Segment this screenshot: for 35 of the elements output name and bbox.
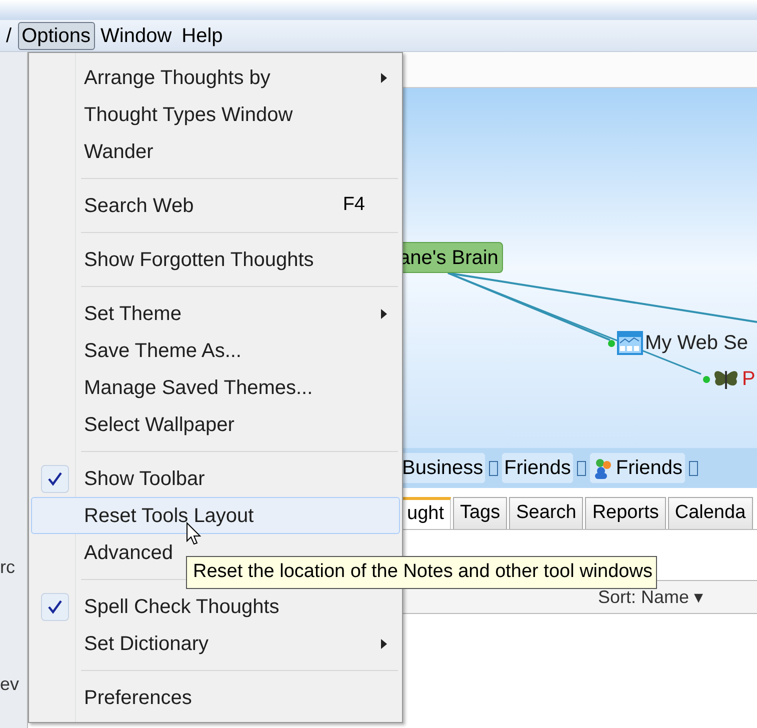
tab[interactable]: Tags bbox=[452, 497, 508, 529]
shortcut-label: F4 bbox=[342, 193, 365, 218]
panel-text: ev bbox=[0, 673, 20, 696]
menu-item[interactable]: Preferences bbox=[31, 679, 400, 716]
menu-item[interactable]: Spell Check Thoughts bbox=[31, 588, 400, 625]
menu-item[interactable]: Show Toolbar bbox=[31, 460, 400, 497]
menu-item[interactable]: Select Wallpaper bbox=[31, 406, 400, 443]
menu-item[interactable]: Manage Saved Themes... bbox=[31, 369, 400, 406]
thought-label[interactable]: My Web Se bbox=[645, 328, 748, 358]
tab[interactable]: Calenda bbox=[668, 497, 753, 529]
menu-item[interactable]: Set Dictionary bbox=[31, 625, 400, 662]
menu-item[interactable]: Reset Tools Layout bbox=[31, 497, 400, 534]
menu-item[interactable]: Save Theme As... bbox=[31, 332, 400, 369]
tag-chip[interactable]: Friends bbox=[502, 453, 573, 483]
chart-window-icon bbox=[617, 331, 643, 355]
menu-item[interactable]: Wander bbox=[31, 133, 400, 170]
tab[interactable]: Search bbox=[509, 497, 584, 529]
tag-chip[interactable]: Friends bbox=[590, 453, 685, 483]
tag-chip[interactable]: Business bbox=[400, 453, 486, 483]
menu-item[interactable]: Thought Types Window bbox=[31, 96, 400, 133]
menu-bar-item[interactable]: Window bbox=[96, 22, 176, 50]
menu-item[interactable]: Arrange Thoughts by bbox=[31, 59, 400, 96]
menu-bar-item[interactable]: Options bbox=[18, 22, 94, 50]
missing-glyph-icon bbox=[688, 460, 698, 476]
missing-glyph-icon bbox=[576, 460, 586, 476]
menu-bar-item[interactable]: Help bbox=[178, 22, 227, 50]
panel-text: rc bbox=[0, 556, 15, 579]
thought-label[interactable]: P bbox=[742, 364, 756, 394]
menu-item[interactable]: Search Web F4 bbox=[31, 187, 400, 224]
tooltip: Reset the location of the Notes and other tool windows bbox=[186, 556, 658, 589]
tab[interactable]: Reports bbox=[585, 497, 666, 529]
menu-item[interactable]: Set Theme bbox=[31, 295, 400, 332]
tab[interactable]: ught bbox=[400, 497, 451, 529]
missing-glyph-icon bbox=[489, 460, 498, 476]
menu-bar-item[interactable]: / bbox=[2, 22, 16, 50]
